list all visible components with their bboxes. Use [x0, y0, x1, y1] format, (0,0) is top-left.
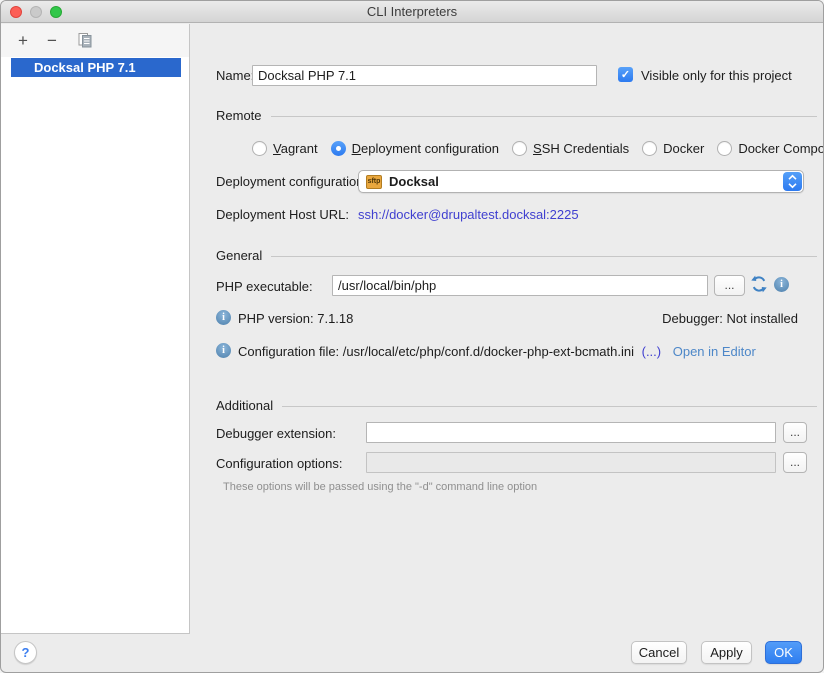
php-executable-browse-button[interactable]: ...: [714, 275, 745, 296]
apply-button[interactable]: Apply: [701, 641, 752, 664]
remove-interpreter-button[interactable]: −: [43, 32, 61, 50]
info-icon: i: [222, 345, 225, 356]
section-divider: [282, 406, 817, 407]
radio-icon: [512, 141, 527, 156]
configuration-options-input: [366, 452, 776, 473]
radio-ssh-credentials[interactable]: SSH Credentials: [512, 141, 629, 156]
php-version-text: PHP version: 7.1.18: [238, 311, 353, 326]
radio-icon: [717, 141, 732, 156]
radio-selected-icon: [331, 141, 346, 156]
deployment-configuration-label: Deployment configuration:: [216, 174, 367, 189]
radio-vagrant[interactable]: Vagrant: [252, 141, 318, 156]
debugger-extension-label: Debugger extension:: [216, 426, 336, 441]
configuration-file-row: Configuration file: /usr/local/etc/php/c…: [238, 344, 756, 359]
debugger-status-text: Debugger: Not installed: [662, 311, 798, 326]
php-info-button[interactable]: i: [774, 277, 789, 292]
additional-section-header: Additional: [216, 397, 817, 413]
visible-only-label: Visible only for this project: [641, 68, 792, 83]
sidebar-toolbar: + −: [1, 24, 189, 57]
info-icon: i: [222, 312, 225, 323]
sftp-server-icon: sftp: [366, 175, 382, 189]
radio-deployment-configuration[interactable]: Deployment configuration: [331, 141, 499, 156]
configuration-options-browse-button[interactable]: ...: [783, 452, 807, 473]
ok-button[interactable]: OK: [765, 641, 802, 664]
question-mark-icon: ?: [22, 645, 30, 660]
chevron-up-icon: [787, 174, 798, 181]
debugger-extension-browse-button[interactable]: ...: [783, 422, 807, 443]
section-divider: [271, 256, 817, 257]
settings-panel: Name: ✓ Visible only for this project Re…: [190, 23, 824, 634]
add-interpreter-button[interactable]: +: [14, 32, 32, 50]
window-title: CLI Interpreters: [1, 1, 823, 23]
combo-stepper[interactable]: [783, 172, 802, 191]
copy-icon: [77, 33, 93, 52]
plus-icon: +: [18, 31, 28, 50]
duplicate-interpreter-button[interactable]: [76, 32, 94, 50]
minus-icon: −: [47, 31, 57, 50]
debugger-extension-input[interactable]: [366, 422, 776, 443]
info-icon: i: [780, 279, 783, 290]
deployment-host-url-value: ssh://docker@drupaltest.docksal:2225: [358, 207, 579, 222]
radio-icon: [642, 141, 657, 156]
php-executable-label: PHP executable:: [216, 279, 313, 294]
configuration-file-text: Configuration file: /usr/local/etc/php/c…: [238, 344, 634, 359]
additional-section-title: Additional: [216, 398, 273, 413]
name-label: Name:: [216, 68, 254, 83]
interpreters-sidebar: + − Docksal PHP 7.1: [1, 24, 190, 634]
deployment-configuration-value: Docksal: [389, 174, 439, 189]
refresh-icon: [750, 281, 768, 296]
configuration-options-hint: These options will be passed using the "…: [223, 481, 537, 493]
deployment-host-url-label: Deployment Host URL:: [216, 207, 349, 222]
php-version-info-icon: i: [216, 310, 231, 325]
configuration-options-label: Configuration options:: [216, 456, 342, 471]
remote-section-title: Remote: [216, 108, 262, 123]
radio-icon: [252, 141, 267, 156]
sidebar-item-docksal-php[interactable]: Docksal PHP 7.1: [11, 58, 181, 77]
titlebar: CLI Interpreters: [1, 1, 823, 23]
deployment-configuration-select[interactable]: sftp Docksal: [358, 170, 804, 193]
radio-docker-compose[interactable]: Docker Compose: [717, 141, 824, 156]
help-button[interactable]: ?: [14, 641, 37, 664]
cli-interpreters-dialog: CLI Interpreters + −: [0, 0, 824, 673]
php-executable-input[interactable]: [332, 275, 708, 296]
check-icon: ✓: [621, 68, 630, 81]
general-section-header: General: [216, 247, 817, 263]
section-divider: [271, 116, 817, 117]
configuration-file-info-icon: i: [216, 343, 231, 358]
configuration-file-ellipsis-link[interactable]: (...): [642, 344, 662, 359]
remote-section-header: Remote: [216, 107, 817, 123]
visible-only-checkbox[interactable]: ✓: [618, 67, 633, 82]
radio-docker[interactable]: Docker: [642, 141, 704, 156]
reload-phpinfo-button[interactable]: [750, 275, 768, 296]
name-input[interactable]: [252, 65, 597, 86]
cancel-button[interactable]: Cancel: [631, 641, 687, 664]
open-in-editor-link[interactable]: Open in Editor: [673, 344, 756, 359]
remote-type-radio-group: Vagrant Deployment configuration SSH Cre…: [252, 139, 824, 157]
general-section-title: General: [216, 248, 262, 263]
chevron-down-icon: [787, 182, 798, 189]
